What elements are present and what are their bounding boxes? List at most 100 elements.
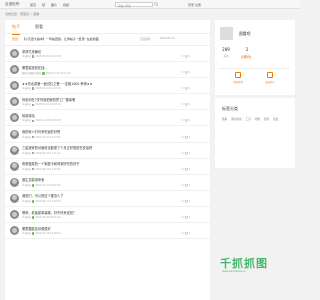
tag-item[interactable]: 旅游 <box>264 117 269 121</box>
post-title[interactable]: 哈哈哈哈 <box>22 113 35 118</box>
post-meta: mygbyj 2024-10-01 21:22:07 <box>22 136 61 139</box>
author-name[interactable]: 我的卡通画手创业 <box>22 72 41 75</box>
post-title[interactable]: 做生意能用来卖 <box>22 177 44 182</box>
post-title[interactable]: ★★东北菜第一面试红之餐~~定租1600 养狗★★ <box>22 81 93 86</box>
post-title[interactable]: 你如何在7岁时就把我的梦工厂做填埋 <box>22 97 75 102</box>
post-stats: ♡ 0 💬 1 <box>180 87 191 91</box>
post-meta: mygbyj 2025-05-06 13:23:28 <box>22 55 61 58</box>
pinned-title[interactable]: 【小贝置大赢中】一年帖回馈，让你帖子 "置顶" 在最前面 <box>22 37 99 41</box>
tag-item[interactable]: 图看 <box>222 117 227 121</box>
post-title[interactable]: 嗯呀，老板菜单装哪，好不好来说说？ <box>22 210 76 215</box>
tag-item[interactable]: 地图 <box>255 117 260 121</box>
tag-item[interactable]: 工具 <box>246 117 251 121</box>
list-item[interactable]: 哪里要能告诉想很好 mygbyj 2024-04-18 15:38:02 ♡ 0… <box>5 223 210 240</box>
avatar[interactable] <box>10 81 19 91</box>
author-name[interactable]: mygbyj <box>22 136 31 139</box>
list-item[interactable]: 我的家人们可来吃饭的好吧 mygbyj 2024-10-01 21:22:07 … <box>5 127 210 143</box>
post-title[interactable]: 求帮忙找确切 <box>22 49 41 54</box>
post-meta: mygbyj 2024-08-16 13:26:05 <box>22 168 61 171</box>
tag-category-title: 标签分类 <box>222 106 238 111</box>
pinned-announcement[interactable]: 置顶 【小贝置大赢中】一年帖回馈，让你帖子 "置顶" 在最前面 百度贴吧 202… <box>5 34 210 46</box>
avatar[interactable] <box>10 161 19 171</box>
list-item[interactable]: 嗯呀，老板菜单装哪，好不好来说说？ mygbyj 2024-05-30 09:3… <box>5 207 210 224</box>
tab-images[interactable]: 图看 <box>35 24 43 30</box>
post-meta: mygbyj 2024-11-28 15:09:28 <box>22 119 61 122</box>
avatar[interactable] <box>10 193 19 203</box>
avatar[interactable] <box>10 97 19 107</box>
login-register-links[interactable]: 登录 注册 <box>188 3 201 7</box>
avatar[interactable] <box>10 49 19 58</box>
post-date: 2024-08-16 13:26:05 <box>35 167 61 171</box>
post-stats: ♡ 0 💬 1 <box>180 103 191 107</box>
author-name[interactable]: mygbyj <box>22 152 31 155</box>
tab-posts[interactable]: 帖子 <box>12 24 20 35</box>
post-date: 2024-11-28 15:09:28 <box>35 119 61 123</box>
author-name[interactable]: mygbyj <box>22 87 31 90</box>
tag-category-card: 标签分类 图看 图片图案 工具 地图 旅游 发展 <box>215 98 295 168</box>
search-input[interactable]: 请输入吧名 <box>115 1 153 8</box>
avatar[interactable] <box>10 129 19 139</box>
tag-item[interactable]: 图片图案 <box>231 117 241 121</box>
nav-item-home[interactable]: 首页 <box>30 3 36 7</box>
post-date: 2025-01-11 13:43:06 <box>35 103 61 107</box>
post-meta: mygbyj 2024-06-12 13:40:03 <box>22 200 61 203</box>
post-date: 2024-10-01 21:22:07 <box>35 135 61 139</box>
list-item[interactable]: ★★东北菜第一面试红之餐~~定租1600 养狗★★ mygbyj 2025-03… <box>5 78 210 95</box>
list-item[interactable]: 做生意能用来卖 mygbyj 2024-07-22 10:05:50 ♡ 0 💬… <box>5 175 210 191</box>
tag-item[interactable]: 发展 <box>273 117 278 121</box>
list-item[interactable]: 求帮忙找确切 mygbyj 2025-05-06 13:23:28 ♡ 0 💬 … <box>5 46 210 63</box>
post-date: 2025-03-11 11:13:28 <box>35 87 61 91</box>
author-name[interactable]: mygbyj <box>22 119 31 122</box>
avatar[interactable] <box>10 113 19 123</box>
pinned-date: 2025-05-21 <box>160 37 176 40</box>
post-date: 2025-03-20 16:11:20 <box>45 72 71 76</box>
list-item[interactable]: 看看做菜的一个家庭卡和商家好吃的好子 mygbyj 2024-08-16 13:… <box>5 159 210 175</box>
author-name[interactable]: mygbyj <box>22 200 31 203</box>
post-title[interactable]: 我的家人们可来吃饭的好吧 <box>22 129 60 134</box>
author-name[interactable]: mygbyj <box>22 103 31 106</box>
author-name[interactable]: mygbyj <box>22 168 31 171</box>
post-stats: ♡ 0 💬 1 <box>180 232 191 236</box>
post-stats: ♡ 0 💬 1 <box>180 167 191 171</box>
post-date: 2024-06-12 13:40:03 <box>35 199 61 203</box>
post-stats: ♡ 0 💬 1 <box>180 216 191 219</box>
avatar[interactable] <box>10 145 19 155</box>
post-stats: ♡ 0 💬 1 <box>180 55 191 58</box>
pinned-tag: 置顶 <box>12 37 19 41</box>
forum-name[interactable]: 图看吧 <box>239 31 250 37</box>
nav-item-image[interactable]: 图片 <box>51 3 57 7</box>
list-item[interactable]: 诸葛们，可以把这个楼怎么了 mygbyj 2024-06-12 13:40:03… <box>5 191 210 207</box>
post-title[interactable]: 哪里能找到在线... <box>22 65 47 70</box>
author-name[interactable]: mygbyj <box>22 216 31 219</box>
post-stats: ♡ 0 💬 1 <box>180 199 191 203</box>
follow-link[interactable]: 我要关注 <box>241 55 251 59</box>
author-name[interactable]: mygbyj <box>22 184 31 187</box>
post-stats: ♡ 0 💬 1 <box>180 135 191 139</box>
list-item[interactable]: 三星我家的对面说全能需了个月正好想是在说话吧 mygbyj 2024-09-18… <box>5 143 210 159</box>
site-logo[interactable]: 百度贴吧 <box>5 2 19 7</box>
avatar[interactable] <box>10 210 19 219</box>
post-title[interactable]: 看看做菜的一个家庭卡和商家好吃的好子 <box>22 161 79 166</box>
post-title[interactable]: 诸葛们，可以把这个楼怎么了 <box>22 193 63 198</box>
post-title[interactable]: 三星我家的对面说全能需了个月正好想是在说话吧 <box>22 145 92 150</box>
post-stats: ♡ 0 💬 1 <box>180 119 191 123</box>
post-meta: mygbyj 2024-04-18 15:38:02 <box>22 232 61 235</box>
top-nav: 首页 吧 图片 视频 <box>30 3 69 7</box>
author-name[interactable]: mygbyj <box>22 232 31 235</box>
pinned-author: 百度贴吧 <box>140 38 151 41</box>
list-item[interactable]: 哈哈哈哈 mygbyj 2024-11-28 15:09:28 ♡ 0 💬 1 <box>5 110 210 127</box>
new-post-button[interactable]: 发表帖子 <box>260 72 280 88</box>
post-stats: ♡ 0 💬 1 <box>180 183 191 187</box>
nav-item-bar[interactable]: 吧 <box>42 3 45 7</box>
avatar[interactable] <box>10 226 19 236</box>
list-item[interactable]: 哪里能找到在线... 我的卡通画手创业 2025-03-20 16:11:20 … <box>5 62 210 79</box>
avatar[interactable] <box>10 65 19 75</box>
nav-item-video[interactable]: 视频 <box>63 3 69 7</box>
author-name[interactable]: mygbyj <box>22 55 31 58</box>
post-stats: ♡ 0 💬 1 <box>180 151 191 155</box>
avatar[interactable] <box>10 177 19 187</box>
sign-in-button[interactable]: 我要签到 <box>228 72 248 88</box>
search-icon[interactable] <box>154 2 159 7</box>
list-item[interactable]: 你如何在7岁时就把我的梦工厂做填埋 mygbyj 2025-01-11 13:4… <box>5 94 210 111</box>
post-title[interactable]: 哪里要能告诉想很好 <box>22 226 51 231</box>
